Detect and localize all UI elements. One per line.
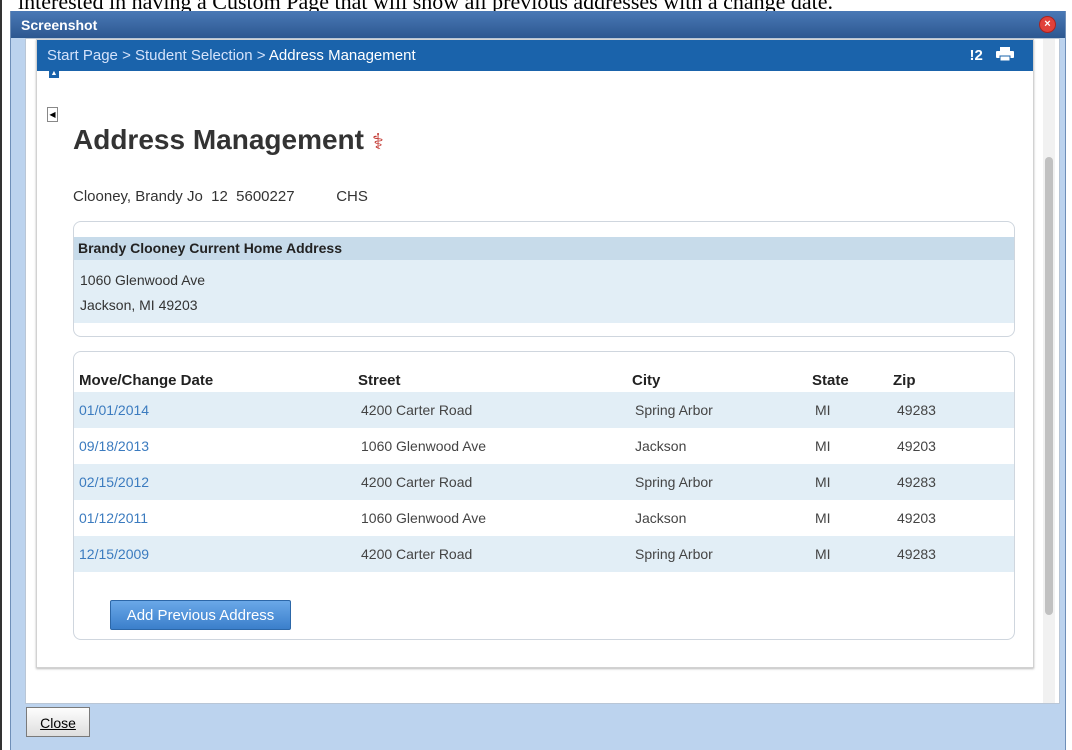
table-row: 02/15/2012 4200 Carter Road Spring Arbor… [74,464,1014,500]
breadcrumb-student-selection[interactable]: Student Selection [135,47,253,64]
zip-cell: 49203 [897,510,936,526]
zip-cell: 49283 [897,546,936,562]
alert-badge[interactable]: !2 [969,47,982,64]
table-row: 01/01/2014 4200 Carter Road Spring Arbor… [74,392,1014,428]
zip-cell: 49203 [897,438,936,454]
collapse-up-icon[interactable]: ▲ [49,70,59,78]
street-cell: 1060 Glenwood Ave [361,510,487,526]
state-cell: MI [815,402,831,418]
dialog-content: Start Page > Student Selection > Address… [25,38,1060,704]
move-date-link[interactable]: 09/18/2013 [79,438,149,454]
page-title-text: Address Management [73,124,364,155]
state-cell: MI [815,546,831,562]
zip-cell: 49283 [897,474,936,490]
vertical-scrollbar[interactable] [1043,39,1055,703]
street-cell: 1060 Glenwood Ave [361,438,487,454]
city-cell: Jackson [635,510,687,526]
close-icon[interactable]: × [1039,16,1056,33]
address-line-2: Jackson, MI 49203 [80,297,198,313]
dialog-titlebar[interactable]: Screenshot × [11,11,1065,38]
street-cell: 4200 Carter Road [361,402,473,418]
breadcrumb-separator: > [122,47,131,64]
state-cell: MI [815,510,831,526]
breadcrumb-address-management: Address Management [268,47,416,64]
street-cell: 4200 Carter Road [361,546,473,562]
column-header-date: Move/Change Date [79,372,214,389]
printer-icon[interactable] [995,46,1015,66]
background-left-rule [0,0,2,750]
breadcrumb-bar: Start Page > Student Selection > Address… [37,40,1033,71]
history-table-header: Move/Change Date Street City State Zip [74,368,1014,392]
address-line-1: 1060 Glenwood Ave [80,272,206,288]
zip-cell: 49283 [897,402,936,418]
page-title: Address Management ⚕ [73,124,384,156]
current-address-card: Brandy Clooney Current Home Address 1060… [73,221,1015,337]
breadcrumb-separator: > [256,47,266,64]
column-header-zip: Zip [893,372,916,389]
city-cell: Spring Arbor [635,546,713,562]
screenshot-dialog: Screenshot × Start Page > Student Select… [10,11,1066,750]
collapse-left-icon[interactable]: ◀ [47,107,58,122]
dialog-footer: Close [11,691,1065,750]
move-date-link[interactable]: 12/15/2009 [79,546,149,562]
table-row: 12/15/2009 4200 Carter Road Spring Arbor… [74,536,1014,572]
city-cell: Spring Arbor [635,474,713,490]
breadcrumb-tools: !2 [969,46,1015,66]
breadcrumb: Start Page > Student Selection > Address… [47,47,416,64]
caduceus-icon[interactable]: ⚕ [372,129,384,154]
state-cell: MI [815,474,831,490]
student-info: Clooney, Brandy Jo 12 5600227 CHS [73,188,368,205]
table-row: 01/12/2011 1060 Glenwood Ave Jackson MI … [74,500,1014,536]
move-date-link[interactable]: 01/01/2014 [79,402,149,418]
current-address-header: Brandy Clooney Current Home Address [74,237,1014,260]
current-address-block: 1060 Glenwood Ave Jackson, MI 49203 [74,260,1014,323]
city-cell: Jackson [635,438,687,454]
breadcrumb-start-page[interactable]: Start Page [47,47,118,64]
address-history-card: Move/Change Date Street City State Zip 0… [73,351,1015,640]
street-cell: 4200 Carter Road [361,474,473,490]
city-cell: Spring Arbor [635,402,713,418]
state-cell: MI [815,438,831,454]
move-date-link[interactable]: 02/15/2012 [79,474,149,490]
column-header-street: Street [358,372,401,389]
column-header-state: State [812,372,849,389]
scrollbar-thumb[interactable] [1045,157,1053,615]
add-previous-address-button[interactable]: Add Previous Address [110,600,291,630]
close-button[interactable]: Close [26,707,90,737]
move-date-link[interactable]: 01/12/2011 [79,510,148,526]
table-row: 09/18/2013 1060 Glenwood Ave Jackson MI … [74,428,1014,464]
column-header-city: City [632,372,661,389]
dialog-title: Screenshot [21,17,98,33]
page-frame: Start Page > Student Selection > Address… [36,39,1034,668]
